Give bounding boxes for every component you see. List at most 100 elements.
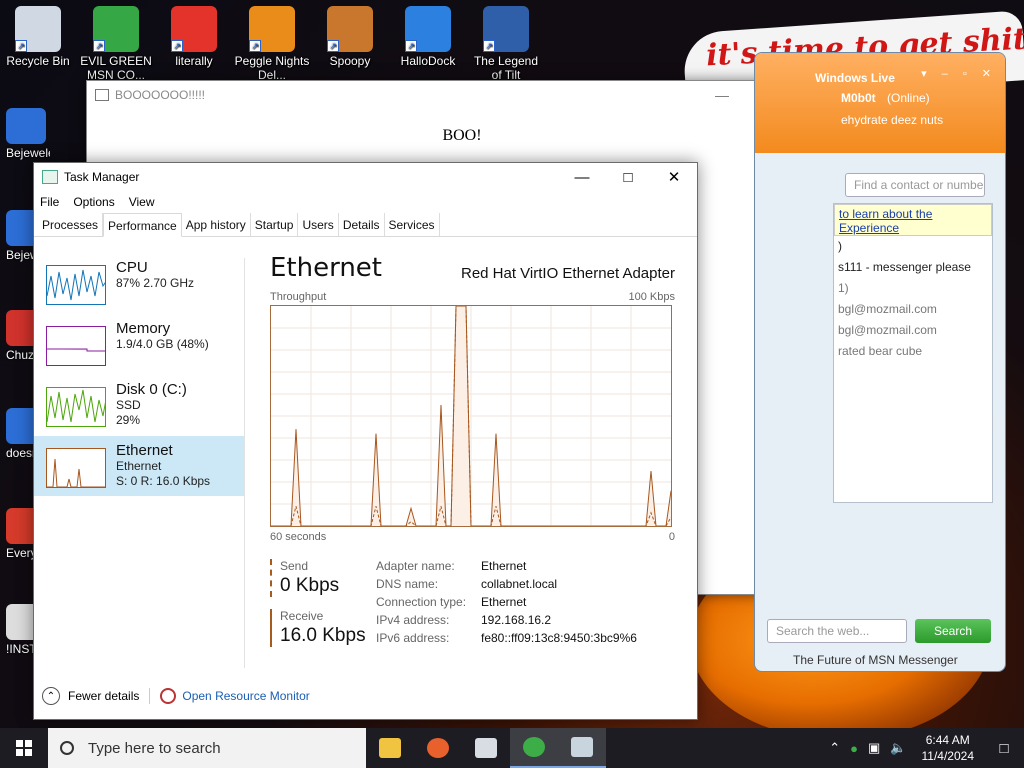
task-manager-window[interactable]: Task Manager — □ ✕ File Options View Proce… bbox=[33, 162, 698, 720]
app-icon: ↗ bbox=[249, 6, 295, 52]
news-app-icon[interactable] bbox=[462, 728, 510, 768]
perf-item-cpu[interactable]: CPU 87% 2.70 GHz bbox=[34, 253, 244, 313]
desktop-icon-label: EVIL GREEN MSN CO... bbox=[80, 54, 152, 82]
chevron-up-icon[interactable]: ⌃ bbox=[829, 740, 840, 756]
perf-item-ethernet[interactable]: Ethernet Ethernet S: 0 R: 16.0 Kbps bbox=[34, 436, 244, 496]
firefox-icon[interactable] bbox=[414, 728, 462, 768]
property-key: Adapter name: bbox=[376, 559, 455, 573]
clock[interactable]: 6:44 AM 11/4/2024 bbox=[922, 732, 975, 764]
contact-row[interactable]: 1) bbox=[834, 278, 992, 299]
taskbar-search-placeholder: Type here to search bbox=[88, 739, 221, 757]
receive-label: Receive bbox=[280, 609, 324, 623]
start-button[interactable] bbox=[0, 728, 48, 768]
msn-status[interactable]: (Online) bbox=[887, 91, 930, 105]
menu-options[interactable]: Options bbox=[73, 195, 114, 209]
perf-main-panel: Ethernet Red Hat VirtIO Ethernet Adapter… bbox=[270, 253, 675, 543]
desktop-icon[interactable]: ↗ EVIL GREEN MSN CO... bbox=[78, 6, 154, 82]
chevron-up-icon[interactable]: ⌃ bbox=[42, 687, 60, 705]
desktop-icon[interactable]: ↗ Peggle Nights Del... bbox=[234, 6, 310, 82]
resource-monitor-icon bbox=[160, 688, 177, 704]
property-value: Ethernet bbox=[481, 559, 527, 573]
tab-processes[interactable]: Processes bbox=[38, 213, 104, 236]
msn-personal-message[interactable]: ehydrate deez nuts bbox=[841, 113, 943, 127]
send-value: 0 Kbps bbox=[280, 575, 340, 596]
network-icon[interactable]: ▣ bbox=[868, 740, 880, 756]
msn-window-controls[interactable]: ▾ – ▫ ✕ bbox=[921, 67, 997, 80]
msn-ad-link[interactable]: to learn about the Experience bbox=[834, 204, 992, 236]
property-row: Adapter name: Ethernet bbox=[376, 559, 637, 577]
property-row: IPv4 address: 192.168.16.2 bbox=[376, 613, 637, 631]
tm-tabs: Processes Performance App history Startup Us… bbox=[34, 213, 697, 237]
web-search-input[interactable]: Search the web... bbox=[767, 619, 907, 643]
perf-item-sub: Ethernet bbox=[116, 459, 162, 473]
tab-startup[interactable]: Startup bbox=[251, 213, 299, 236]
graph-time-right: 0 bbox=[668, 531, 675, 543]
receive-value: 16.0 Kbps bbox=[280, 625, 366, 646]
close-icon[interactable]: ✕ bbox=[651, 163, 697, 191]
boo-message: BOO! bbox=[442, 127, 482, 144]
tab-services[interactable]: Services bbox=[385, 213, 440, 236]
tab-app-history[interactable]: App history bbox=[182, 213, 251, 236]
desktop-icon[interactable]: Bejeweled 2 Deluxe bbox=[6, 108, 50, 160]
perf-item-disk[interactable]: Disk 0 (C:) SSD 29% bbox=[34, 375, 244, 435]
graph-max: 100 Kbps bbox=[628, 291, 675, 303]
tab-users[interactable]: Users bbox=[298, 213, 339, 236]
desktop-icon[interactable]: ↗ The Legend of Tilt bbox=[468, 6, 544, 82]
maximize-icon[interactable]: □ bbox=[605, 163, 651, 191]
desktop-icon[interactable]: ↗ Recycle Bin bbox=[0, 6, 76, 68]
desktop-icon-label: Spoopy bbox=[329, 54, 371, 68]
task-manager-taskbar-icon[interactable] bbox=[558, 728, 606, 768]
perf-sidebar: CPU 87% 2.70 GHz Memory 1.9/4.0 GB (48%) Dis… bbox=[34, 253, 244, 497]
minimize-icon[interactable]: — bbox=[559, 163, 605, 191]
msn-display-name[interactable]: M0b0t bbox=[841, 91, 876, 105]
windows-logo-icon bbox=[16, 740, 32, 756]
contact-list[interactable]: to learn about the Experience ) s111 - me… bbox=[833, 203, 993, 503]
file-explorer-icon[interactable] bbox=[366, 728, 414, 768]
app-icon: ↗ bbox=[15, 6, 61, 52]
contact-row[interactable]: bgl@mozmail.com bbox=[834, 320, 992, 341]
minimize-icon[interactable]: — bbox=[699, 87, 745, 104]
msn-footer: The Future of MSN Messenger bbox=[793, 653, 958, 667]
shortcut-arrow-icon: ↗ bbox=[405, 40, 417, 52]
find-contact-input[interactable]: Find a contact or number bbox=[845, 173, 985, 197]
property-key: DNS name: bbox=[376, 577, 439, 591]
open-resource-monitor-link[interactable]: Open Resource Monitor bbox=[182, 689, 309, 703]
msn-messenger-icon[interactable] bbox=[510, 728, 558, 768]
contact-row[interactable]: s111 - messenger please bbox=[834, 257, 992, 278]
perf-thumbnail bbox=[46, 387, 106, 427]
graph-label: Throughput bbox=[270, 291, 327, 303]
tab-performance[interactable]: Performance bbox=[103, 213, 182, 237]
contact-row[interactable]: ) bbox=[834, 236, 992, 257]
app-icon: ↗ bbox=[405, 6, 451, 52]
web-search-button[interactable]: Search bbox=[915, 619, 991, 643]
taskbar-search[interactable]: Type here to search bbox=[48, 728, 366, 768]
desktop-icon[interactable]: ↗ literally bbox=[156, 6, 232, 68]
app-icon: ↗ bbox=[93, 6, 139, 52]
tm-titlebar[interactable]: Task Manager — □ ✕ bbox=[34, 163, 697, 191]
desktop-icon[interactable]: ↗ HalloDock bbox=[390, 6, 466, 68]
adapter-properties: Adapter name: Ethernet DNS name: collabnet.… bbox=[376, 559, 637, 649]
perf-item-memory[interactable]: Memory 1.9/4.0 GB (48%) bbox=[34, 314, 244, 374]
search-icon bbox=[60, 741, 74, 755]
volume-icon[interactable]: 🔈 bbox=[890, 740, 906, 756]
msn-messenger-window[interactable]: Windows Live M0b0t (Online) ehydrate dee… bbox=[754, 52, 1006, 672]
msn-header: Windows Live M0b0t (Online) ehydrate dee… bbox=[755, 53, 1005, 153]
desktop-icon[interactable]: ↗ Spoopy bbox=[312, 6, 388, 68]
shortcut-arrow-icon: ↗ bbox=[249, 40, 261, 52]
taskbar: Type here to search ⌃ ● ▣ 🔈 6:44 AM 11/4… bbox=[0, 728, 1024, 768]
shortcut-arrow-icon: ↗ bbox=[327, 40, 339, 52]
fewer-details-link[interactable]: Fewer details bbox=[68, 689, 139, 703]
boo-titlebar[interactable]: BOOOOOOO!!!!! — □ ✕ bbox=[87, 81, 837, 109]
menu-view[interactable]: View bbox=[129, 195, 155, 209]
contact-row[interactable]: rated bear cube bbox=[834, 341, 992, 362]
menu-file[interactable]: File bbox=[40, 195, 59, 209]
notification-icon[interactable]: □ bbox=[984, 740, 1024, 757]
contact-row[interactable]: bgl@mozmail.com bbox=[834, 299, 992, 320]
app-icon: ↗ bbox=[327, 6, 373, 52]
shortcut-arrow-icon: ↗ bbox=[15, 40, 27, 52]
property-value: fe80::ff09:13c8:9450:3bc9%6 bbox=[481, 631, 637, 645]
send-stat: Send 0 Kbps bbox=[270, 559, 339, 597]
msn-tray-icon[interactable]: ● bbox=[850, 741, 858, 756]
tab-details[interactable]: Details bbox=[339, 213, 385, 236]
property-key: IPv4 address: bbox=[376, 613, 450, 627]
